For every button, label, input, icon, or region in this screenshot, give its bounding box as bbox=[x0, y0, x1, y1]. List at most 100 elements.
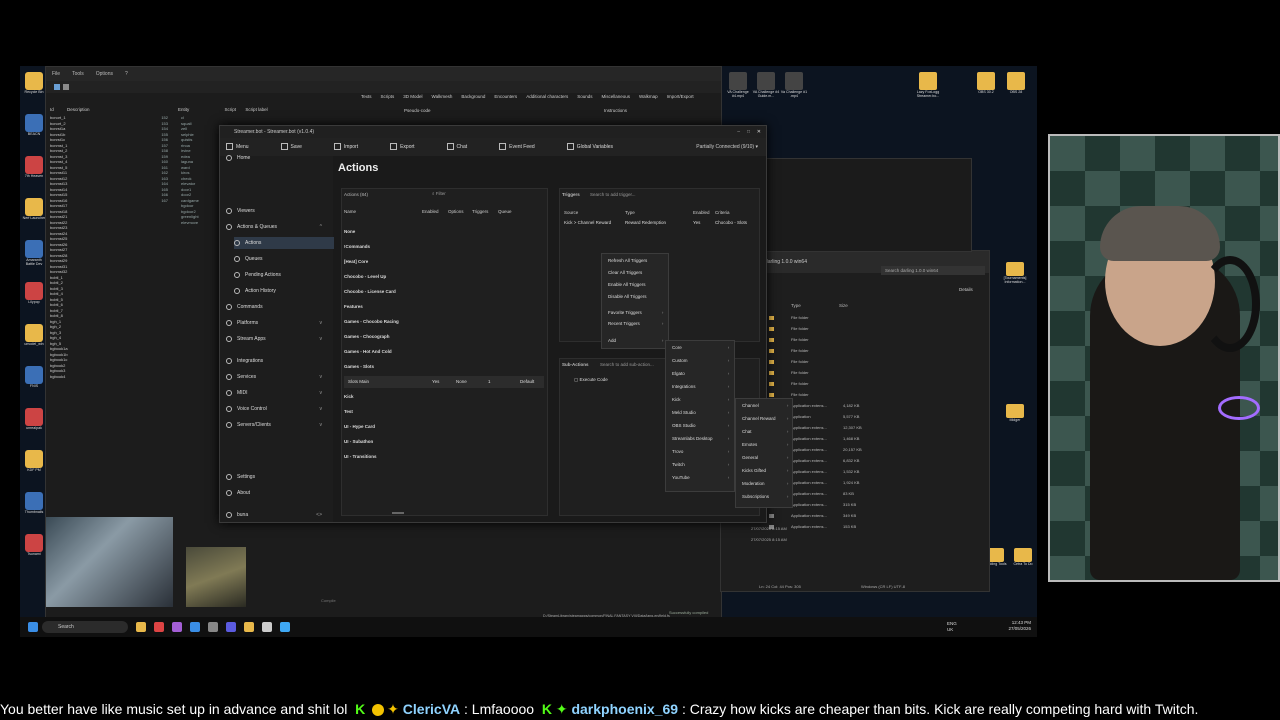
toolbar-save-button[interactable]: Save bbox=[280, 143, 318, 151]
action-group[interactable]: Games - Chocograph bbox=[344, 331, 544, 343]
desktop-shortcut[interactable]: [Tournaments] Information... bbox=[1000, 262, 1030, 294]
taskbar-search[interactable]: Search bbox=[42, 621, 128, 633]
toolbar-event-feed-button[interactable]: Event Feed bbox=[499, 143, 551, 151]
scrollbar[interactable] bbox=[392, 512, 404, 514]
action-group[interactable]: Features bbox=[344, 301, 544, 313]
sidebar-item-viewers[interactable]: Viewers bbox=[226, 205, 326, 217]
action-group[interactable]: Kick bbox=[344, 391, 544, 403]
explorer-path[interactable]: darling 1.0.0 win64 bbox=[765, 259, 807, 265]
editor-tab[interactable]: Texts bbox=[361, 94, 372, 99]
toolbar-export-button[interactable]: Export bbox=[390, 143, 430, 151]
menu-item[interactable]: Integrations › bbox=[672, 384, 733, 389]
sidebar-item-platforms[interactable]: Platforms v bbox=[226, 317, 326, 329]
desktop-shortcut[interactable]: Amaranth Battle Dev bbox=[22, 240, 46, 274]
language-indicator[interactable]: ENG UK bbox=[947, 621, 959, 633]
explorer-col-type[interactable]: Type bbox=[791, 303, 801, 308]
action-group[interactable]: Games - Slots bbox=[344, 361, 544, 373]
triggers-search-input[interactable]: Search to add trigger... bbox=[590, 192, 636, 197]
desktop-shortcut[interactable]: KDF PM bbox=[22, 450, 46, 484]
menu-item[interactable]: Emotes › bbox=[742, 442, 792, 447]
minimize-icon[interactable]: – bbox=[737, 126, 740, 138]
menu-item[interactable]: Recent Triggers › bbox=[608, 321, 667, 326]
sidebar-item-commands[interactable]: Commands bbox=[226, 301, 326, 313]
app-icon[interactable] bbox=[208, 622, 218, 632]
start-icon[interactable] bbox=[28, 622, 38, 632]
menu-item[interactable]: Clear All Triggers bbox=[608, 270, 667, 275]
sidebar-item-action-history[interactable]: Action History bbox=[234, 285, 334, 297]
editor-menu-item[interactable]: Tools bbox=[72, 71, 84, 77]
action-group[interactable]: UI - Transitions bbox=[344, 451, 544, 463]
sidebar-item-integrations[interactable]: Integrations bbox=[226, 355, 326, 367]
toolbar-global-variables-button[interactable]: Global Variables bbox=[566, 143, 629, 151]
menu-item[interactable]: General › bbox=[742, 455, 792, 460]
desktop-shortcut[interactable]: Cetra To Do bbox=[1008, 548, 1038, 580]
editor-tab[interactable]: Additional characters bbox=[526, 94, 568, 99]
sidebar-item-buna[interactable]: buna <> bbox=[226, 509, 326, 521]
sidebar-item-settings[interactable]: Settings bbox=[226, 471, 326, 483]
menu-item[interactable]: Kicks Gifted › bbox=[742, 468, 792, 473]
save-icon[interactable] bbox=[63, 84, 69, 90]
action-group[interactable]: Chocobo - License Card bbox=[344, 286, 544, 298]
sb-connection-status[interactable]: Partially Connected (9/10) ▾ bbox=[696, 138, 758, 156]
editor-tab[interactable]: Background bbox=[461, 94, 485, 99]
column-header[interactable]: Triggers bbox=[472, 209, 488, 214]
sidebar-item-services[interactable]: Services v bbox=[226, 371, 326, 383]
explorer-col-size[interactable]: Size bbox=[839, 303, 848, 308]
editor-tab[interactable]: Scripts bbox=[381, 94, 395, 99]
sidebar-item-stream-apps[interactable]: Stream Apps v bbox=[226, 333, 326, 345]
trigger-row[interactable]: Kick > Channel Reward Reward Redemption … bbox=[564, 220, 759, 228]
editor-menu-item[interactable]: ? bbox=[125, 71, 128, 77]
open-icon[interactable] bbox=[54, 84, 60, 90]
desktop-shortcut[interactable]: Nerf Launcher bbox=[22, 198, 46, 232]
desktop-shortcut[interactable]: BEACN bbox=[22, 114, 46, 148]
column-header[interactable]: Type bbox=[625, 210, 635, 215]
desktop-shortcut[interactable]: OBS 30.2 bbox=[971, 72, 1001, 110]
compile-button[interactable]: Compile bbox=[321, 598, 336, 603]
desktop-shortcut[interactable]: OBS 28 bbox=[1001, 72, 1031, 110]
subactions-search-input[interactable]: Search to add sub-action... bbox=[600, 362, 654, 367]
desktop-shortcut[interactable]: 7th Heaven bbox=[22, 156, 46, 190]
taskbar-clock[interactable]: 12:43 PM 27/05/2026 bbox=[1008, 620, 1031, 632]
menu-item[interactable]: YouTube › bbox=[672, 475, 733, 480]
sidebar-item-servers-clients[interactable]: Servers/Clients v bbox=[226, 419, 326, 431]
toolbar-import-button[interactable]: Import bbox=[333, 143, 374, 151]
menu-item[interactable]: Add › bbox=[608, 338, 667, 343]
editor-field-list[interactable]: bcnort_1 bcnort_2 bcnrst1a bcnrst1b bcnrst1c… bbox=[50, 115, 160, 379]
actions-filter-input[interactable]: ⌕ Filter bbox=[432, 191, 542, 199]
action-group[interactable]: Games - Chocobo Racing bbox=[344, 316, 544, 328]
app-icon[interactable] bbox=[172, 622, 182, 632]
editor-entity-list[interactable]: cl squall zell selphie quistis rinoa irvine ede… bbox=[181, 115, 221, 225]
menu-item[interactable]: Elgato › bbox=[672, 371, 733, 376]
sidebar-item-actions-queues[interactable]: Actions & Queues ^ bbox=[226, 221, 326, 233]
action-group[interactable]: UI - Subathon bbox=[344, 436, 544, 448]
menu-item[interactable]: Kick › bbox=[672, 397, 733, 402]
desktop-shortcut[interactable]: Recycle Bin bbox=[22, 72, 46, 106]
menu-item[interactable]: Streamlabs Desktop › bbox=[672, 436, 733, 441]
desktop-shortcut[interactable]: Thumbnails bbox=[22, 492, 46, 526]
editor-menu-item[interactable]: File bbox=[52, 71, 60, 77]
desktop-shortcut[interactable]: VA Challenge #4.mp4 bbox=[723, 72, 753, 110]
menu-item[interactable]: Trovo › bbox=[672, 449, 733, 454]
close-icon[interactable]: ✕ bbox=[757, 126, 761, 138]
subaction-item[interactable]: ▢ Execute Code bbox=[574, 377, 608, 383]
app-icon[interactable] bbox=[280, 622, 290, 632]
file-explorer-icon[interactable] bbox=[136, 622, 146, 632]
app-icon[interactable] bbox=[190, 622, 200, 632]
entity-item[interactable]: elevmove bbox=[181, 220, 221, 226]
menu-item[interactable]: OBS Studio › bbox=[672, 423, 733, 428]
editor-tab[interactable]: Encounters bbox=[494, 94, 517, 99]
action-group[interactable]: UI - Hype Card bbox=[344, 421, 544, 433]
menu-item[interactable]: Disable All Triggers bbox=[608, 294, 667, 299]
sidebar-item-about[interactable]: About bbox=[226, 487, 326, 499]
action-group[interactable]: None bbox=[344, 226, 544, 238]
column-header[interactable]: Options bbox=[448, 209, 464, 214]
action-group[interactable]: Chocobo - Level Up bbox=[344, 271, 544, 283]
app-icon[interactable] bbox=[244, 622, 254, 632]
action-group[interactable]: Games - Hot And Cold bbox=[344, 346, 544, 358]
action-group[interactable]: !Commands bbox=[344, 241, 544, 253]
action-group[interactable]: Test bbox=[344, 406, 544, 418]
column-header[interactable]: Queue bbox=[498, 209, 512, 214]
column-header[interactable]: Criteria bbox=[715, 210, 730, 215]
menu-item[interactable]: Channel › bbox=[742, 403, 792, 408]
menu-item[interactable]: Twitch › bbox=[672, 462, 733, 467]
